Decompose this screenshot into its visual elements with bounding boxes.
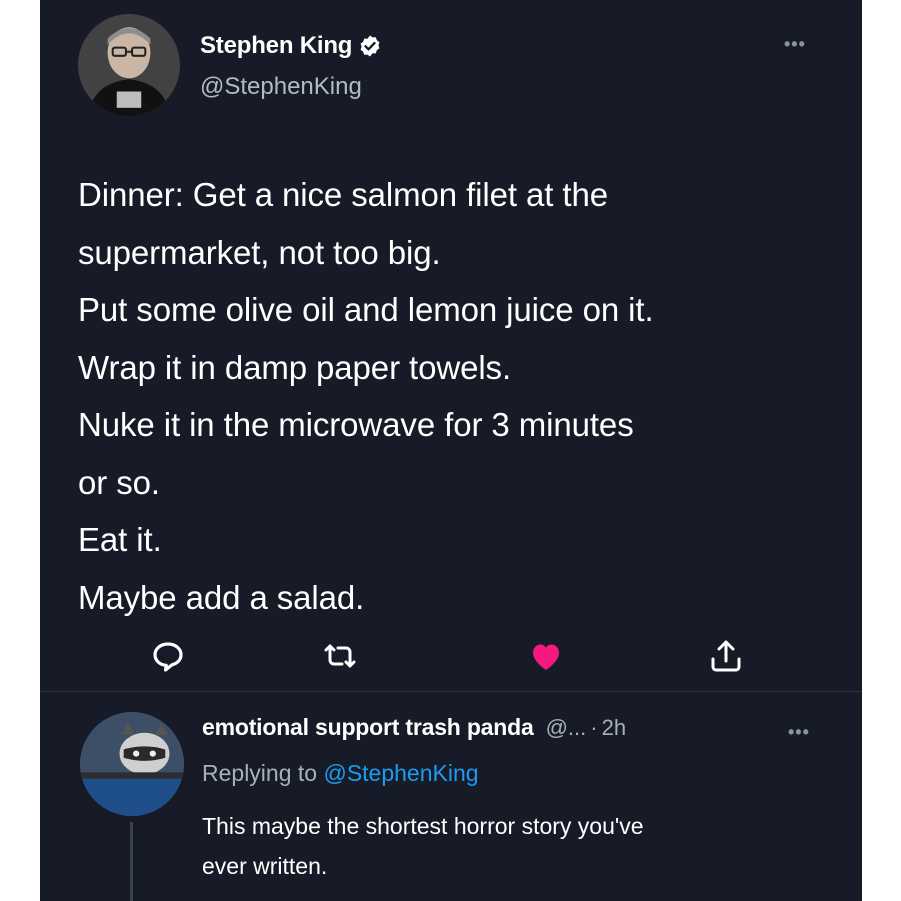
reply-author-handle[interactable]: @... [546, 715, 587, 741]
reply-timestamp[interactable]: 2h [602, 715, 626, 741]
tweet-more-button[interactable]: ••• [784, 34, 806, 55]
author-display-name[interactable]: Stephen King [200, 32, 352, 60]
reply-header: emotional support trash panda @... · 2h [202, 714, 626, 741]
retweet-icon [324, 644, 356, 668]
tweet-action-bar [40, 620, 862, 692]
tweet-line: Eat it. [78, 521, 162, 558]
author-name-row: Stephen King [200, 32, 382, 60]
author-handle[interactable]: @StephenKing [200, 73, 362, 101]
tweet-line: or so. [78, 463, 160, 501]
reply-line: This maybe the shortest horror story you… [202, 813, 644, 839]
like-button[interactable] [524, 634, 568, 678]
replying-to-handle-link[interactable]: @StephenKing [323, 760, 478, 786]
tweet-screenshot: Stephen King @StephenKing ••• Dinner: Ge… [40, 0, 862, 901]
reply-author-avatar[interactable] [80, 712, 184, 816]
share-icon [711, 640, 741, 672]
thread-line [130, 822, 133, 901]
replying-to-label: Replying to [202, 760, 324, 786]
heart-icon [533, 644, 559, 670]
profile-photo-icon [78, 14, 180, 116]
reply-button[interactable] [146, 634, 190, 678]
tweet-line: Maybe add a salad. [78, 578, 365, 616]
raccoon-photo-icon [80, 712, 184, 816]
speech-bubble-icon [153, 642, 183, 672]
retweet-button[interactable] [318, 634, 362, 678]
tweet-body: Dinner: Get a nice salmon filet at the s… [78, 166, 848, 626]
tweet-line: supermarket, not too big. [78, 233, 441, 271]
tweet-line: Wrap it in damp paper towels. [78, 348, 512, 386]
author-avatar[interactable] [78, 14, 180, 116]
reply-more-button[interactable]: ••• [788, 722, 810, 743]
tweet-line: Put some olive oil and lemon juice on it… [78, 291, 654, 328]
separator-dot: · [590, 715, 598, 740]
verified-badge-icon [358, 34, 382, 58]
reply-author-name[interactable]: emotional support trash panda [202, 714, 534, 741]
reply-body: This maybe the shortest horror story you… [202, 806, 842, 886]
replying-to-line: Replying to @StephenKing [202, 760, 479, 787]
tweet-line: Dinner: Get a nice salmon filet at the [78, 176, 608, 213]
tweet-line: Nuke it in the microwave for 3 minutes [78, 406, 634, 443]
share-button[interactable] [704, 634, 748, 678]
reply-line: ever written. [202, 853, 328, 879]
